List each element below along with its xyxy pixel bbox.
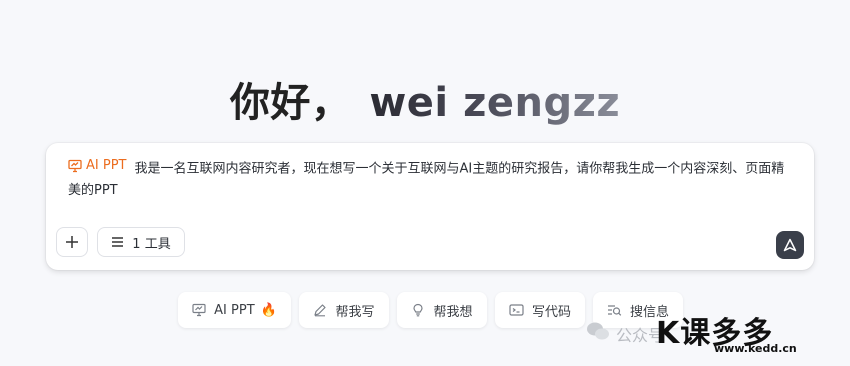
chip-write-code[interactable]: 写代码 bbox=[495, 292, 585, 328]
prompt-composer[interactable]: AI PPT 我是一名互联网内容研究者，现在想写一个关于互联网与AI主题的研究报… bbox=[46, 143, 814, 270]
send-arrow-icon bbox=[783, 238, 797, 252]
ai-ppt-tag[interactable]: AI PPT bbox=[68, 155, 126, 176]
watermark: 公众号 K课多多 www.kedd.cn bbox=[586, 308, 850, 356]
tools-label: 1 工具 bbox=[132, 236, 171, 252]
plus-icon bbox=[66, 236, 78, 248]
chip-help-write[interactable]: 帮我写 bbox=[299, 292, 389, 328]
prompt-text: 我是一名互联网内容研究者，现在想写一个关于互联网与AI主题的研究报告，请你帮我生… bbox=[68, 161, 785, 198]
send-button[interactable] bbox=[776, 231, 804, 259]
lightbulb-icon bbox=[413, 303, 424, 317]
watermark-url: www.kedd.cn bbox=[714, 342, 797, 355]
presentation-icon bbox=[68, 159, 82, 172]
ai-ppt-tag-label: AI PPT bbox=[86, 158, 127, 173]
chip-help-think[interactable]: 帮我想 bbox=[397, 292, 487, 328]
chip-label: 写代码 bbox=[531, 304, 571, 320]
prompt-input[interactable]: AI PPT 我是一名互联网内容研究者，现在想写一个关于互联网与AI主题的研究报… bbox=[68, 155, 788, 201]
pen-icon bbox=[314, 304, 327, 317]
fire-icon: 🔥 bbox=[260, 302, 277, 318]
tools-button[interactable]: 1 工具 bbox=[97, 227, 185, 257]
terminal-icon bbox=[509, 304, 524, 316]
chip-ai-ppt[interactable]: AI PPT 🔥 bbox=[178, 292, 291, 328]
list-icon bbox=[112, 237, 124, 247]
greeting-title: 你好， wei zengzz bbox=[0, 70, 850, 128]
greeting-username: wei zengzz bbox=[369, 80, 621, 126]
chip-label: 帮我写 bbox=[335, 304, 375, 320]
greeting-hello: 你好， bbox=[229, 80, 352, 126]
add-button[interactable] bbox=[56, 227, 88, 257]
wechat-icon bbox=[587, 322, 609, 340]
chip-label: 帮我想 bbox=[433, 304, 473, 320]
chip-label: AI PPT bbox=[214, 302, 255, 318]
presentation-icon bbox=[192, 303, 206, 317]
